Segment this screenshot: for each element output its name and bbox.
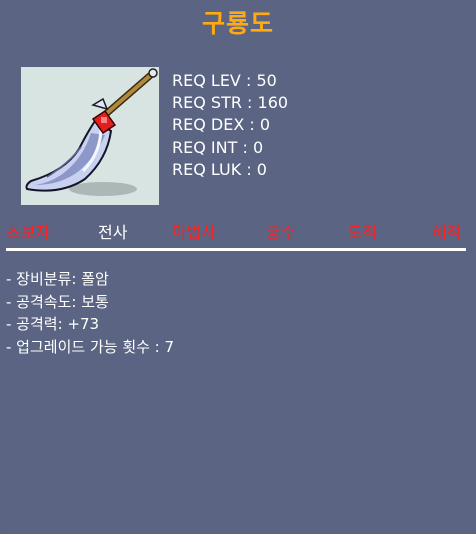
req-int: REQ INT : 0 [172,137,264,157]
desc-attack-speed: - 공격속도: 보통 [6,292,109,311]
job-thief: 도적 [348,223,378,242]
divider [6,248,466,251]
req-dex-label: REQ DEX [172,115,245,135]
req-level-label: REQ LEV [172,71,241,90]
req-int-value: 0 [252,137,264,157]
req-int-label: REQ INT [172,137,238,157]
req-luk: REQ LUK : 0 [172,159,267,179]
item-description: - 장비분류: 폴암 - 공격속도: 보통 - 공격력: +73 - 업그레이드… [6,268,174,358]
item-icon-frame [21,67,159,205]
requirements-list: REQ LEV : 50 REQ STR : 160 REQ DEX : 0 R… [172,70,288,181]
job-warrior: 전사 [98,223,128,242]
req-dex-value: 0 [259,115,271,135]
req-str-label: REQ STR [172,93,242,113]
item-name: 구룡도 [201,9,274,38]
desc-attack: - 공격력: +73 [6,315,100,333]
req-dex: REQ DEX : 0 [172,115,271,135]
job-restrictions: 초보자 전사 마법사 궁수 도적 해적 [0,219,476,245]
desc-category: - 장비분류: 폴암 [6,270,109,288]
desc-upgrade-slots: - 업그레이드 가능 횟수 : 7 [6,337,175,356]
req-str: REQ STR : 160 [172,93,289,113]
req-luk-label: REQ LUK [172,159,242,179]
job-magician: 마법사 [172,223,217,242]
req-level-value: 50 [256,71,277,90]
polearm-icon [25,68,158,196]
job-pirate: 해적 [432,223,462,242]
req-level: REQ LEV : 50 [172,71,277,90]
req-luk-value: 0 [256,159,267,179]
req-str-value: 160 [257,93,289,113]
job-beginner: 초보자 [6,223,51,242]
item-tooltip: 구룡도 REQ LEV : 50 REQ STR : 160 REQ DEX:… [0,0,476,534]
job-bowman: 궁수 [266,223,296,242]
